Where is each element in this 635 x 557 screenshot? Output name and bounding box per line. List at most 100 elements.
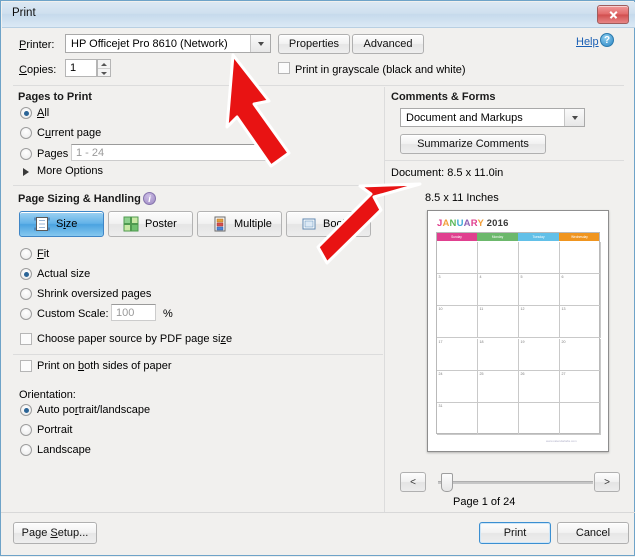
mode-button-size[interactable]: Size — [19, 211, 104, 237]
booklet-icon — [301, 216, 317, 232]
mode-button-size-label: Size — [56, 218, 78, 230]
page-indicator: Page 1 of 24 — [453, 496, 516, 508]
more-options-label[interactable]: More Options — [37, 165, 103, 177]
copies-stepper-up[interactable] — [98, 60, 110, 69]
copies-stepper[interactable] — [97, 59, 111, 77]
page-preview: JANUARY 2016 Sunday Monday Tuesday Wednesda… — [427, 210, 609, 452]
mode-button-booklet[interactable]: Booklet — [286, 211, 371, 237]
radio-shrink-oversized[interactable] — [20, 288, 32, 300]
page-setup-button[interactable]: Page Setup... — [13, 522, 97, 544]
divider-vertical — [384, 87, 385, 512]
radio-custom-scale[interactable] — [20, 308, 32, 320]
advanced-button[interactable]: Advanced — [352, 34, 424, 54]
radio-pages-all-label: All — [37, 107, 50, 119]
next-page-button[interactable]: > — [594, 472, 620, 492]
mode-button-multiple[interactable]: Multiple — [197, 211, 282, 237]
mode-button-poster[interactable]: Poster — [108, 211, 193, 237]
mode-button-poster-label: Poster — [145, 218, 177, 230]
help-link[interactable]: Help — [576, 36, 599, 48]
chevron-down-icon[interactable] — [564, 109, 584, 126]
calendar-day-cell — [560, 242, 601, 275]
comments-forms-value: Document and Markups — [406, 111, 523, 124]
radio-fit[interactable] — [20, 248, 32, 260]
printer-label-rest: rinter: — [26, 39, 55, 51]
info-icon[interactable]: i — [143, 192, 156, 205]
radio-actual-size[interactable] — [20, 268, 32, 280]
calendar-day-cell: 27 — [560, 370, 601, 403]
advanced-label: Advanced — [363, 38, 413, 50]
chevron-down-icon[interactable] — [250, 35, 270, 52]
printer-select-value: HP Officejet Pro 8610 (Network) — [71, 37, 228, 50]
print-button[interactable]: Print — [479, 522, 551, 544]
calendar-day-cell: 17 — [437, 338, 478, 371]
radio-custom-scale-label: Custom Scale: — [37, 308, 109, 320]
page-setup-label: Page Setup... — [21, 527, 89, 539]
page-slider-track[interactable] — [438, 481, 593, 484]
custom-scale-input[interactable]: 100 — [111, 304, 156, 321]
radio-landscape-label: Landscape — [37, 444, 91, 456]
radio-actual-size-label: Actual size — [37, 268, 91, 280]
window-title: Print — [12, 7, 36, 19]
calendar-year: 2016 — [483, 218, 509, 229]
divider-printer — [13, 85, 624, 86]
calendar-day-cell: 31 — [437, 402, 478, 435]
percent-label: % — [163, 308, 173, 320]
multiple-icon — [212, 216, 228, 232]
comments-forms-select[interactable]: Document and Markups — [400, 108, 585, 127]
comments-forms-heading: Comments & Forms — [391, 91, 496, 103]
copies-label: Copies: — [19, 64, 57, 76]
radio-shrink-oversized-label: Shrink oversized pages — [37, 288, 152, 300]
document-size-label: Document: 8.5 x 11.0in — [391, 167, 504, 179]
calendar-day-cell: 11 — [478, 306, 519, 339]
triangle-right-icon[interactable] — [23, 168, 29, 176]
radio-portrait[interactable] — [20, 424, 32, 436]
radio-auto-orientation[interactable] — [20, 404, 32, 416]
divider-pages — [13, 185, 383, 186]
title-bar: Print — [2, 2, 635, 28]
printer-select[interactable]: HP Officejet Pro 8610 (Network) — [65, 34, 271, 53]
print-label: Print — [503, 527, 527, 539]
copies-stepper-down[interactable] — [98, 69, 110, 77]
radio-pages-all[interactable] — [20, 107, 32, 119]
radio-landscape[interactable] — [20, 444, 32, 456]
grayscale-checkbox[interactable] — [278, 62, 290, 74]
calendar-day-cell: 19 — [519, 338, 560, 371]
pages-range-input[interactable]: 1 - 24 — [71, 144, 271, 161]
paper-size-label: 8.5 x 11 Inches — [425, 192, 499, 204]
prev-page-button[interactable]: < — [400, 472, 426, 492]
page-slider-thumb[interactable] — [441, 473, 453, 492]
divider-sizing — [13, 354, 383, 355]
cancel-button[interactable]: Cancel — [557, 522, 629, 544]
properties-button[interactable]: Properties — [278, 34, 350, 54]
poster-icon — [123, 216, 139, 232]
both-sides-checkbox[interactable] — [20, 360, 32, 372]
size-icon — [34, 216, 50, 232]
orientation-label: Orientation: — [19, 389, 76, 401]
radio-pages-range[interactable] — [20, 148, 32, 160]
help-circle-icon[interactable]: ? — [600, 33, 614, 47]
calendar-footer-note: www.calendarlabs.com — [546, 439, 577, 443]
summarize-comments-label: Summarize Comments — [417, 138, 529, 150]
radio-fit-label: Fit — [37, 248, 50, 260]
calendar-day-cell — [560, 402, 601, 435]
paper-source-checkbox[interactable] — [20, 333, 32, 345]
calendar-month-letters: JANUARY — [437, 218, 484, 229]
calendar-day-cell: 10 — [437, 306, 478, 339]
calendar-day-cell: 3 — [437, 274, 478, 307]
both-sides-label: Print on both sides of paper — [37, 360, 172, 372]
prev-page-label: < — [410, 476, 416, 488]
mode-button-booklet-label: Booklet — [323, 218, 360, 230]
close-icon[interactable] — [597, 5, 629, 24]
summarize-comments-button[interactable]: Summarize Comments — [400, 134, 546, 154]
print-dialog: Print Printer: HP Officejet Pro 8610 (Ne… — [0, 0, 635, 556]
radio-current-page[interactable] — [20, 127, 32, 139]
radio-portrait-label: Portrait — [37, 424, 73, 436]
cancel-label: Cancel — [575, 527, 611, 539]
calendar-day-cell: 24 — [437, 370, 478, 403]
pages-to-print-heading: Pages to Print — [18, 91, 92, 103]
calendar-day-cell: 25 — [478, 370, 519, 403]
calendar-day-cell: 20 — [560, 338, 601, 371]
calendar-day-cell: 13 — [560, 306, 601, 339]
calendar-day-cell — [437, 242, 478, 275]
copies-input[interactable]: 1 — [65, 59, 97, 77]
